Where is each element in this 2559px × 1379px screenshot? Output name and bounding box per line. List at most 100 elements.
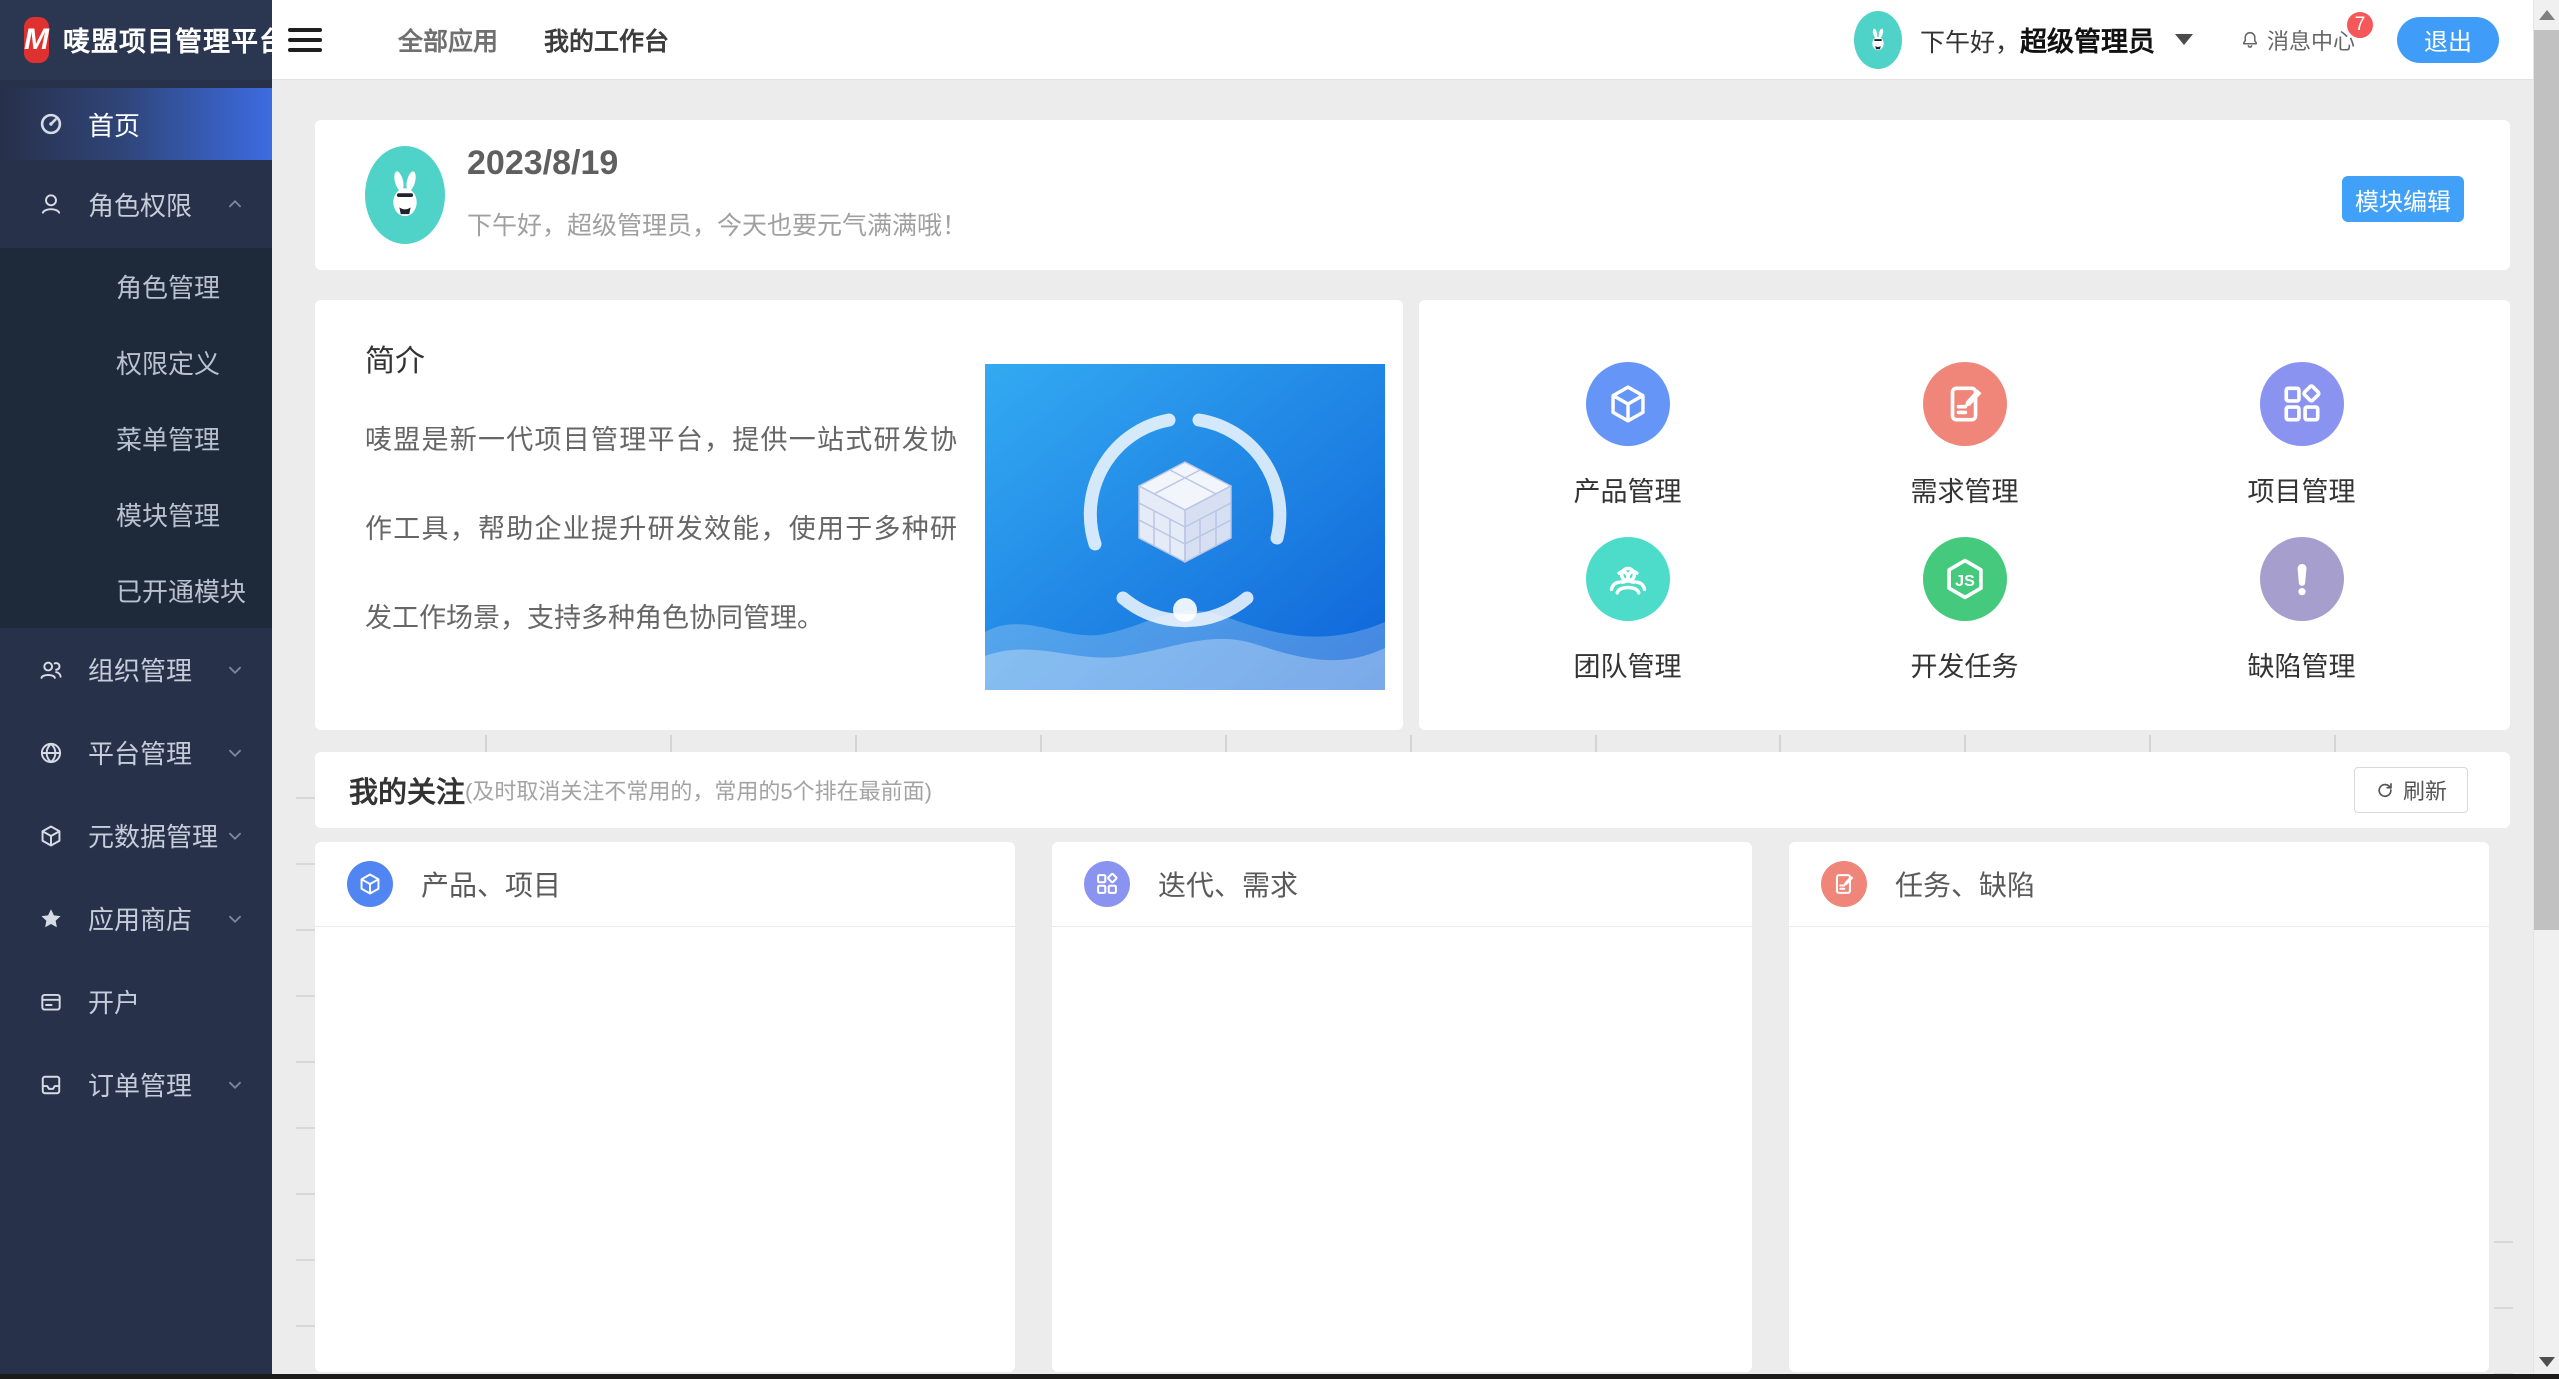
- modules-card: 产品管理 需求管理 项目管理 团队管理 开发任务 缺陷管理: [1419, 300, 2510, 730]
- module-label: 产品管理: [1574, 470, 1682, 509]
- order-icon: [36, 1072, 66, 1098]
- intro-title: 简介: [365, 336, 425, 380]
- chevron-up-icon: [224, 193, 246, 215]
- follow-note: (及时取消关注不常用的，常用的5个排在最前面): [465, 774, 932, 806]
- message-count-badge: 7: [2345, 10, 2375, 40]
- mascot-rabbit-icon: [378, 164, 432, 226]
- app-title: 唛盟项目管理平台: [63, 20, 287, 59]
- refresh-label: 刷新: [2403, 774, 2447, 806]
- refresh-icon: [2375, 780, 2395, 800]
- cube-icon: [1586, 362, 1670, 446]
- module-requirement-management[interactable]: 需求管理: [1911, 362, 2019, 509]
- header-right: 下午好，超级管理员 消息中心 7 退出: [1854, 11, 2533, 69]
- tab-my-workbench[interactable]: 我的工作台: [544, 22, 669, 58]
- module-product-management[interactable]: 产品管理: [1574, 362, 1682, 509]
- sidebar: 首页 角色权限 角色管理 权限定义 菜单管理 模块管理 已开通模块 组织管理 平…: [0, 80, 272, 1379]
- team-icon: [1586, 537, 1670, 621]
- account-card-icon: [36, 989, 66, 1015]
- top-header: M 唛盟项目管理平台 全部应用 我的工作台 下午好，超级管理员 消息中心 7 退…: [0, 0, 2533, 80]
- module-label: 开发任务: [1911, 645, 2019, 684]
- module-label: 项目管理: [2248, 470, 2356, 509]
- sidebar-subitem-permission-definition[interactable]: 权限定义: [0, 324, 272, 400]
- sidebar-item-label: 首页: [88, 106, 140, 143]
- follow-card-tasks-defects[interactable]: 任务、缺陷: [1789, 842, 2489, 1372]
- intro-illustration: [985, 364, 1385, 690]
- welcome-date: 2023/8/19: [467, 144, 618, 183]
- cube-icon: [347, 861, 393, 907]
- exclamation-icon: [2260, 537, 2344, 621]
- sidebar-item-organization[interactable]: 组织管理: [0, 628, 272, 711]
- refresh-button[interactable]: 刷新: [2354, 767, 2468, 813]
- follow-title: 我的关注: [349, 769, 465, 811]
- mascot-avatar: [365, 146, 445, 244]
- sidebar-item-home[interactable]: 首页: [0, 88, 272, 160]
- mascot-rabbit-icon: [1865, 27, 1891, 53]
- app-root: M 唛盟项目管理平台 全部应用 我的工作台 下午好，超级管理员 消息中心 7 退…: [0, 0, 2559, 1379]
- menu-collapse-icon[interactable]: [288, 14, 340, 66]
- sidebar-item-platform[interactable]: 平台管理: [0, 711, 272, 794]
- sidebar-item-open-account[interactable]: 开户: [0, 960, 272, 1043]
- scroll-up-arrow-icon[interactable]: [2539, 10, 2555, 20]
- document-edit-icon: [1923, 362, 2007, 446]
- module-label: 团队管理: [1574, 645, 1682, 684]
- module-defect-management[interactable]: 缺陷管理: [2248, 537, 2356, 684]
- sidebar-item-app-store[interactable]: 应用商店: [0, 877, 272, 960]
- bell-icon: [2239, 29, 2261, 51]
- module-label: 缺陷管理: [2248, 645, 2356, 684]
- module-edit-button[interactable]: 模块编辑: [2342, 176, 2464, 222]
- sidebar-subitem-role-management[interactable]: 角色管理: [0, 248, 272, 324]
- sidebar-item-label: 开户: [88, 983, 140, 1020]
- page-scrollbar[interactable]: [2533, 0, 2559, 1379]
- module-project-management[interactable]: 项目管理: [2248, 362, 2356, 509]
- chevron-down-icon: [224, 1074, 246, 1096]
- message-center-button[interactable]: 消息中心 7: [2239, 24, 2355, 56]
- sidebar-item-label: 组织管理: [88, 651, 192, 688]
- components-icon: [1084, 861, 1130, 907]
- follow-card-iterations-requirements[interactable]: 迭代、需求: [1052, 842, 1752, 1372]
- sidebar-item-label: 元数据管理: [88, 817, 218, 854]
- user-name: 超级管理员: [2020, 27, 2155, 57]
- modules-grid: 产品管理 需求管理 项目管理 团队管理 开发任务 缺陷管理: [1459, 362, 2470, 684]
- chevron-down-icon: [224, 659, 246, 681]
- sidebar-item-label: 角色权限: [88, 186, 192, 223]
- sidebar-subitem-opened-modules[interactable]: 已开通模块: [0, 552, 272, 628]
- document-edit-icon: [1821, 861, 1867, 907]
- module-label: 需求管理: [1911, 470, 2019, 509]
- sidebar-item-label: 应用商店: [88, 900, 192, 937]
- metadata-cube-icon: [36, 823, 66, 849]
- follow-card-label: 任务、缺陷: [1895, 864, 2035, 904]
- follow-card-label: 迭代、需求: [1158, 864, 1298, 904]
- sidebar-item-metadata[interactable]: 元数据管理: [0, 794, 272, 877]
- sidebar-subitem-module-management[interactable]: 模块管理: [0, 476, 272, 552]
- chevron-down-icon: [224, 742, 246, 764]
- chevron-down-icon: [224, 908, 246, 930]
- scroll-down-arrow-icon[interactable]: [2539, 1357, 2555, 1367]
- module-team-management[interactable]: 团队管理: [1574, 537, 1682, 684]
- dashboard-icon: [36, 111, 66, 137]
- sidebar-subitem-menu-management[interactable]: 菜单管理: [0, 400, 272, 476]
- follow-card-header: 任务、缺陷: [1789, 842, 2489, 927]
- sidebar-item-orders[interactable]: 订单管理: [0, 1043, 272, 1126]
- top-nav: 全部应用 我的工作台: [398, 22, 669, 58]
- sidebar-item-role-permissions[interactable]: 角色权限: [0, 160, 272, 248]
- tab-all-apps[interactable]: 全部应用: [398, 22, 498, 58]
- intro-card: 简介 唛盟是新一代项目管理平台，提供一站式研发协作工具，帮助企业提升研发效能，使…: [315, 300, 1403, 730]
- globe-icon: [36, 740, 66, 766]
- nodejs-icon: [1923, 537, 2007, 621]
- follow-section-header: 我的关注 (及时取消关注不常用的，常用的5个排在最前面) 刷新: [315, 752, 2510, 828]
- window-bottom-edge: [0, 1374, 2559, 1379]
- chevron-down-icon: [224, 825, 246, 847]
- welcome-message: 下午好，超级管理员，今天也要元气满满哦！: [467, 206, 967, 242]
- caret-down-icon[interactable]: [2175, 34, 2193, 45]
- components-icon: [2260, 362, 2344, 446]
- logout-button[interactable]: 退出: [2397, 17, 2499, 63]
- module-dev-tasks[interactable]: 开发任务: [1911, 537, 2019, 684]
- scrollbar-thumb[interactable]: [2534, 30, 2559, 930]
- user-avatar[interactable]: [1854, 11, 1902, 69]
- follow-card-products-projects[interactable]: 产品、项目: [315, 842, 1015, 1372]
- star-icon: [36, 906, 66, 932]
- welcome-card: 2023/8/19 下午好，超级管理员，今天也要元气满满哦！ 模块编辑: [315, 120, 2510, 270]
- greeting-prefix: 下午好，: [1920, 29, 2020, 57]
- logo-icon: M: [24, 17, 49, 63]
- greeting-dropdown[interactable]: 下午好，超级管理员: [1920, 20, 2155, 59]
